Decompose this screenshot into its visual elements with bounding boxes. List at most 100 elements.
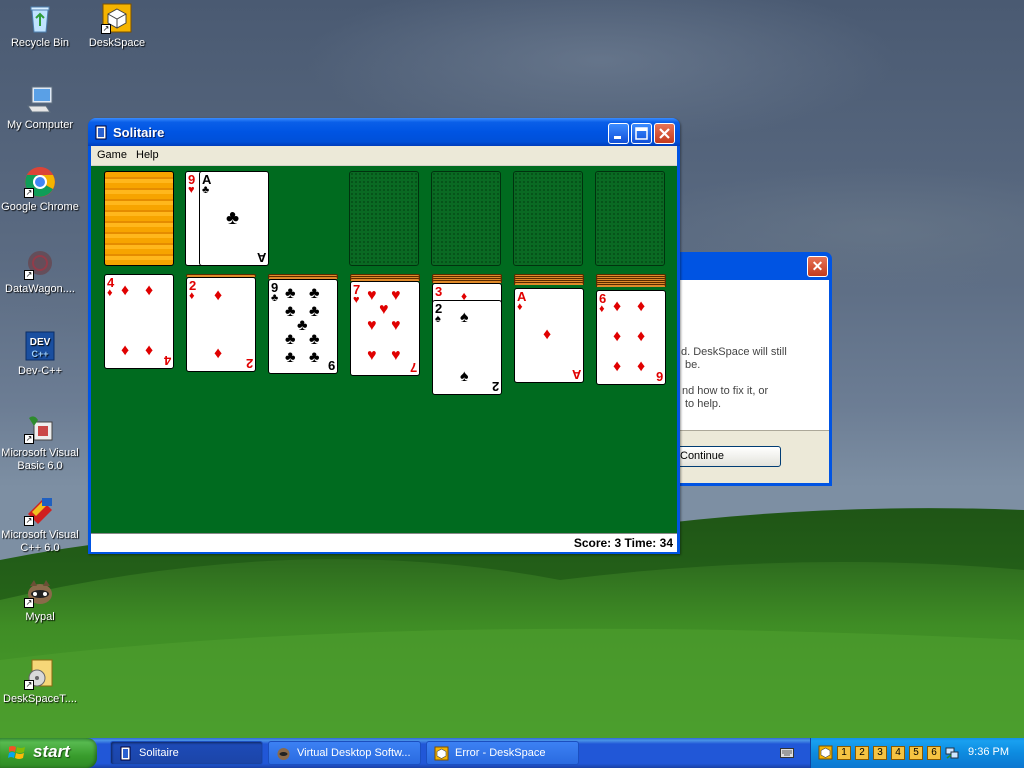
card-suit: ♣ xyxy=(271,292,279,304)
desktop-switch-5[interactable]: 5 xyxy=(909,746,923,760)
title-bar[interactable]: Solitaire xyxy=(88,118,680,146)
card-pip: ♣ xyxy=(285,349,296,366)
close-icon xyxy=(659,128,670,139)
desktop-switch-3[interactable]: 3 xyxy=(873,746,887,760)
tableau-card-col-1[interactable]: 4 ♦ ♦ ♦ ♦ ♦ 4 xyxy=(104,274,174,369)
tableau-card-col-5[interactable]: 2 ♠ ♠ ♠ 2 xyxy=(432,300,502,395)
waste-card-top[interactable]: A ♣ ♣ A xyxy=(199,171,269,266)
desktop-icon-google-chrome[interactable]: ↗ Google Chrome xyxy=(0,166,80,214)
continue-button[interactable]: Continue xyxy=(673,446,781,467)
card-pip: ♥ xyxy=(391,287,401,304)
card-pip: ♣ xyxy=(309,303,320,320)
minimize-icon xyxy=(614,136,621,139)
taskbar-item-error-deskspace[interactable]: Error - DeskSpace xyxy=(426,741,579,765)
keyboard-icon[interactable] xyxy=(780,747,794,759)
game-felt: 9 ♥ A ♣ ♣ A 4 ♦ ♦ ♦ ♦ ♦ 4 2 ♦ ♦ ♦ 2 9 ♣ … xyxy=(91,166,677,533)
desktop-icon-deskspace-trial[interactable]: ↗ DeskSpaceT.... xyxy=(0,658,80,706)
face-down-card xyxy=(596,284,666,287)
card-suit: ♥ xyxy=(188,184,195,196)
visual-basic-icon: ↗ xyxy=(24,412,56,444)
maximize-button[interactable] xyxy=(631,123,652,144)
taskbar-item-label: Solitaire xyxy=(139,747,179,759)
error-text-line: be. xyxy=(685,359,701,371)
desktop-switch-6[interactable]: 6 xyxy=(927,746,941,760)
card-rank-bottom: A xyxy=(571,367,581,382)
stock-pile[interactable] xyxy=(104,171,174,266)
desktop-switch-4[interactable]: 4 xyxy=(891,746,905,760)
card-suit: ♦ xyxy=(517,301,523,313)
menu-game[interactable]: Game xyxy=(97,149,127,161)
my-computer-icon xyxy=(24,84,56,116)
desktop-switch-1[interactable]: 1 xyxy=(837,746,851,760)
maximize-icon xyxy=(635,127,648,140)
card-pip: ♦ xyxy=(121,282,130,299)
foundation-slot-2[interactable] xyxy=(431,171,501,266)
desktop-icon-label: My Computer xyxy=(6,119,74,131)
tableau-card-col-3[interactable]: 9 ♣ ♣ ♣ ♣ ♣ ♣ ♣ ♣ ♣ ♣ 9 xyxy=(268,279,338,374)
taskbar-item-virtual-desktop[interactable]: Virtual Desktop Softw... xyxy=(268,741,421,765)
foundation-slot-3[interactable] xyxy=(513,171,583,266)
foundation-slot-4[interactable] xyxy=(595,171,665,266)
taskbar: start Solitaire Virtual Desktop Softw...… xyxy=(0,738,1024,768)
datawagon-icon: ↗ xyxy=(24,248,56,280)
tableau-card-col-2[interactable]: 2 ♦ ♦ ♦ 2 xyxy=(186,277,256,372)
card-pip: ♦ xyxy=(637,328,646,345)
card-pip: ♣ xyxy=(309,285,320,302)
card-rank-bottom: A xyxy=(256,250,266,265)
shortcut-arrow-icon: ↗ xyxy=(24,680,34,690)
desktop-icon-visual-basic[interactable]: ↗ Microsoft Visual Basic 6.0 xyxy=(0,412,80,473)
desktop-icon-mypal[interactable]: ↗ Mypal xyxy=(0,576,80,624)
card-pip: ♥ xyxy=(391,317,401,334)
recycle-bin-icon xyxy=(24,2,56,34)
card-pip: ♣ xyxy=(309,349,320,366)
card-pip: ♠ xyxy=(460,309,469,326)
desktop-icon-visual-cpp[interactable]: ↗ Microsoft Visual C++ 6.0 xyxy=(0,494,80,555)
card-pip: ♥ xyxy=(367,287,377,304)
card-rank-bottom: 2 xyxy=(491,379,499,394)
desktop-icon-datawagon[interactable]: ↗ DataWagon.... xyxy=(0,248,80,296)
system-tray: 1 2 3 4 5 6 9:36 PM xyxy=(810,738,1024,768)
desktop-icon-label: DeskSpace xyxy=(88,37,146,49)
solitaire-window[interactable]: Solitaire Game Help 9 ♥ A ♣ ♣ A 4 ♦ ♦ ♦ … xyxy=(88,118,680,554)
desktop-icon-label: Google Chrome xyxy=(1,201,79,213)
desktop-icon-deskspace[interactable]: ↗ DeskSpace xyxy=(77,2,157,50)
desktop-icon-label: Dev-C++ xyxy=(17,365,63,377)
card-pip: ♦ xyxy=(613,328,622,345)
windows-logo-icon xyxy=(8,746,25,759)
shortcut-arrow-icon: ↗ xyxy=(101,24,111,34)
solitaire-app-icon xyxy=(95,125,107,140)
error-text-line: nd how to fix it, or xyxy=(682,385,769,397)
shortcut-arrow-icon: ↗ xyxy=(24,434,34,444)
virtual-desktop-app-icon xyxy=(277,748,290,760)
desktop-icon-dev-cpp[interactable]: DEV C++ Dev-C++ xyxy=(0,330,80,378)
desktop-icon-recycle-bin[interactable]: Recycle Bin xyxy=(0,2,80,50)
foundation-slot-1[interactable] xyxy=(349,171,419,266)
desktop-switch-2[interactable]: 2 xyxy=(855,746,869,760)
card-pip: ♦ xyxy=(121,342,130,359)
desktop-icon-label: Recycle Bin xyxy=(10,37,70,49)
start-button[interactable]: start xyxy=(0,738,97,768)
minimize-button[interactable] xyxy=(608,123,629,144)
window-title: Solitaire xyxy=(113,125,165,140)
taskbar-item-solitaire[interactable]: Solitaire xyxy=(110,741,263,765)
card-suit: ♠ xyxy=(435,313,441,325)
deskspace-tray-icon[interactable] xyxy=(818,745,833,760)
card-pip: ♦ xyxy=(613,358,622,375)
clock[interactable]: 9:36 PM xyxy=(968,746,1009,758)
svg-text:C++: C++ xyxy=(31,349,48,359)
status-bar: Score: 3 Time: 34 xyxy=(91,533,677,552)
card-suit: ♦ xyxy=(189,290,195,302)
desktop-icon-my-computer[interactable]: My Computer xyxy=(0,84,80,132)
card-suit: ♦ xyxy=(599,303,605,315)
card-pip: ♦ xyxy=(613,298,622,315)
card-rank-bottom: 4 xyxy=(163,353,171,368)
tableau-card-col-7[interactable]: 6 ♦ ♦ ♦ ♦ ♦ ♦ ♦ 6 xyxy=(596,290,666,385)
card-pip: ♦ xyxy=(214,287,223,304)
menu-help[interactable]: Help xyxy=(136,149,159,161)
face-down-card xyxy=(514,282,584,285)
close-button[interactable] xyxy=(654,123,675,144)
tableau-card-col-4[interactable]: 7 ♥ ♥ ♥ ♥ ♥ ♥ ♥ ♥ 7 xyxy=(350,281,420,376)
tableau-card-col-6[interactable]: A ♦ ♦ A xyxy=(514,288,584,383)
network-icon[interactable] xyxy=(945,746,959,760)
close-icon[interactable]: ✕ xyxy=(807,256,828,277)
